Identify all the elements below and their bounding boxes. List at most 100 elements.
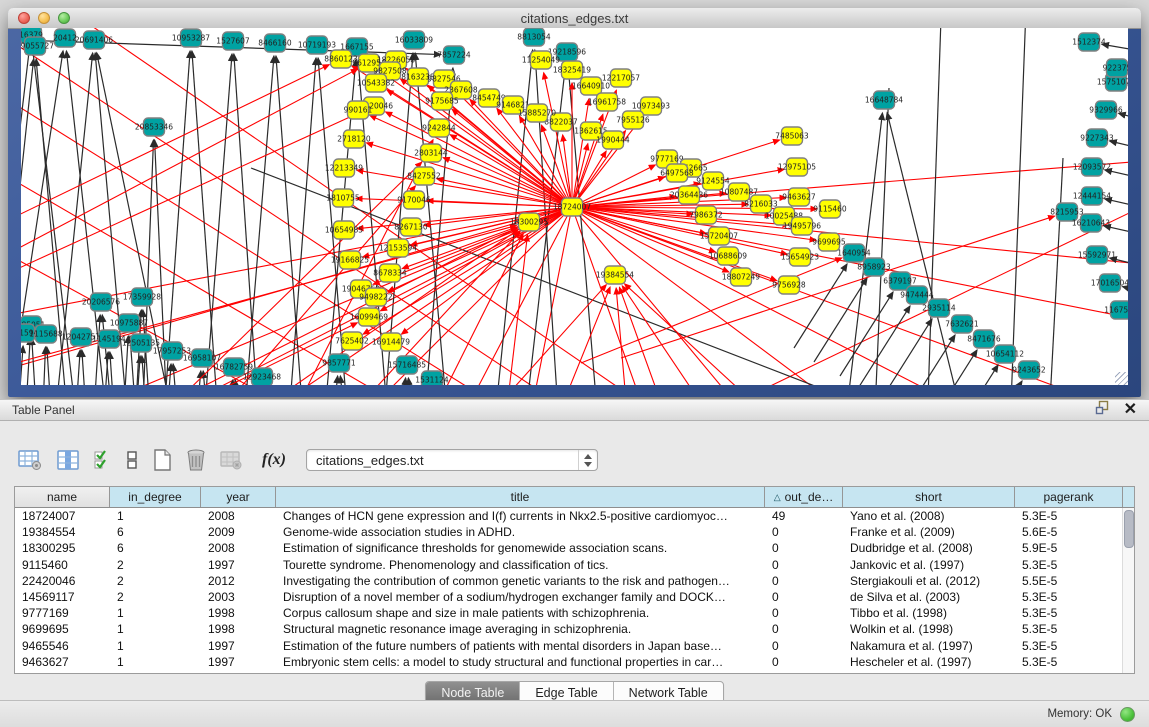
zoom-window-icon[interactable]: [58, 12, 70, 24]
column-header-name[interactable]: name: [15, 487, 110, 507]
table-cell[interactable]: Stergiakouli et al. (2012): [843, 573, 1015, 589]
citation-edge-black[interactable]: [73, 350, 80, 385]
table-cell[interactable]: Jankovic et al. (1997): [843, 557, 1015, 573]
table-row[interactable]: 969969511998Structural magnetic resonanc…: [15, 621, 1134, 637]
citation-edge-red[interactable]: [357, 170, 572, 207]
table-cell[interactable]: 9699695: [15, 621, 110, 637]
table-row[interactable]: 1938455462009Genome-wide association stu…: [15, 524, 1134, 540]
float-panel-icon[interactable]: [1095, 400, 1110, 420]
table-row[interactable]: 1872400712008Changes of HCN gene express…: [15, 508, 1134, 524]
new-table-icon[interactable]: [152, 448, 172, 472]
citation-edge-black[interactable]: [887, 113, 971, 385]
citation-edge-red[interactable]: [619, 287, 681, 385]
table-cell[interactable]: 14569117: [15, 589, 110, 605]
column-header-year[interactable]: year: [201, 487, 276, 507]
citation-edge-red[interactable]: [451, 285, 606, 385]
table-cell[interactable]: Nakamura et al. (1997): [843, 638, 1015, 654]
citation-edge-black[interactable]: [1104, 226, 1128, 243]
table-cell[interactable]: 5.9E-5: [1015, 540, 1123, 556]
network-canvas-container[interactable]: 1637920412206914061905572710953287152760…: [21, 28, 1128, 385]
memory-ok-icon[interactable]: [1120, 707, 1135, 722]
table-cell[interactable]: 1: [110, 654, 201, 670]
table-cell[interactable]: 0: [765, 621, 843, 637]
table-cell[interactable]: 1: [110, 621, 201, 637]
table-row[interactable]: 977716911998Corpus callosum shape and si…: [15, 605, 1134, 621]
table-row[interactable]: 1456911722003Disruption of a novel membe…: [15, 589, 1134, 605]
citation-edge-black[interactable]: [926, 28, 941, 385]
table-cell[interactable]: Corpus callosum shape and size in male p…: [276, 605, 765, 621]
table-cell[interactable]: 6: [110, 540, 201, 556]
select-columns-icon[interactable]: [94, 449, 112, 471]
table-cell[interactable]: Wolkin et al. (1998): [843, 621, 1015, 637]
table-cell[interactable]: 2012: [201, 573, 276, 589]
table-cell[interactable]: 0: [765, 589, 843, 605]
citation-edge-black[interactable]: [1110, 258, 1128, 275]
table-cell[interactable]: 49: [765, 508, 843, 524]
table-cell[interactable]: Tourette syndrome. Phenomenology and cla…: [276, 557, 765, 573]
citation-edge-black[interactable]: [193, 371, 201, 385]
column-header-short[interactable]: short: [843, 487, 1015, 507]
column-header-out_de[interactable]: △out_de…: [765, 487, 843, 507]
function-builder-icon[interactable]: f(x): [262, 451, 286, 469]
citation-edge-red[interactable]: [21, 111, 362, 290]
table-cell[interactable]: Estimation of significance thresholds fo…: [276, 540, 765, 556]
table-cell[interactable]: 2: [110, 573, 201, 589]
table-cell[interactable]: 9463627: [15, 654, 110, 670]
table-cell[interactable]: de Silva et al. (2003): [843, 589, 1015, 605]
window-titlebar[interactable]: citations_edges.txt: [8, 8, 1141, 29]
table-cell[interactable]: 0: [765, 524, 843, 540]
table-cell[interactable]: 22420046: [15, 573, 110, 589]
table-cell[interactable]: 1: [110, 508, 201, 524]
scrollbar-thumb[interactable]: [1124, 510, 1134, 548]
table-cell[interactable]: 1: [110, 605, 201, 621]
column-header-pagerank[interactable]: pagerank: [1015, 487, 1123, 507]
citation-edge-black[interactable]: [329, 376, 338, 385]
citation-edge-black[interactable]: [110, 352, 117, 385]
table-cell[interactable]: 2: [110, 589, 201, 605]
table-cell[interactable]: 1998: [201, 605, 276, 621]
table-cell[interactable]: 5.3E-5: [1015, 557, 1123, 573]
citation-edge-black[interactable]: [173, 364, 181, 385]
table-vertical-scrollbar[interactable]: [1122, 508, 1134, 673]
table-row[interactable]: 2242004622012Investigating the contribut…: [15, 573, 1134, 589]
table-cell[interactable]: 2008: [201, 508, 276, 524]
citation-edge-black[interactable]: [873, 88, 889, 385]
table-cell[interactable]: Disruption of a novel member of a sodium…: [276, 589, 765, 605]
table-cell[interactable]: Changes of HCN gene expression and I(f) …: [276, 508, 765, 524]
column-header-in_degree[interactable]: in_degree: [110, 487, 201, 507]
table-cell[interactable]: 2: [110, 557, 201, 573]
table-cell[interactable]: 5.5E-5: [1015, 573, 1123, 589]
citation-edge-black[interactable]: [1119, 113, 1128, 130]
table-cell[interactable]: 5.3E-5: [1015, 654, 1123, 670]
close-window-icon[interactable]: [18, 12, 30, 24]
table-cell[interactable]: 5.3E-5: [1015, 508, 1123, 524]
table-row[interactable]: 946554611997Estimation of the future num…: [15, 638, 1134, 654]
table-select-dropdown[interactable]: citations_edges.txt: [306, 449, 598, 471]
citation-edge-black[interactable]: [879, 319, 932, 385]
resize-grip-icon[interactable]: [1115, 372, 1128, 385]
citation-edge-black[interactable]: [23, 338, 30, 385]
table-cell[interactable]: Hescheler et al. (1997): [843, 654, 1015, 670]
table-cell[interactable]: 18724007: [15, 508, 110, 524]
table-row[interactable]: 1830029562008Estimation of significance …: [15, 540, 1134, 556]
table-panel-titlebar[interactable]: Table Panel ✕: [0, 399, 1149, 421]
table-cell[interactable]: 6: [110, 524, 201, 540]
table-cell[interactable]: 9465546: [15, 638, 110, 654]
citation-edge-black[interactable]: [234, 54, 261, 385]
table-cell[interactable]: 1998: [201, 621, 276, 637]
table-cell[interactable]: 0: [765, 638, 843, 654]
table-cell[interactable]: Estimation of the future numbers of pati…: [276, 638, 765, 654]
table-cell[interactable]: 0: [765, 654, 843, 670]
table-cell[interactable]: Franke et al. (2009): [843, 524, 1015, 540]
citation-edge-black[interactable]: [1009, 28, 1026, 385]
citation-edge-black[interactable]: [1110, 141, 1128, 158]
citation-edge-black[interactable]: [814, 278, 867, 362]
delete-table-icon[interactable]: [186, 448, 206, 472]
table-cell[interactable]: Structural magnetic resonance image aver…: [276, 621, 765, 637]
table-cell[interactable]: 1997: [201, 654, 276, 670]
citation-edge-black[interactable]: [21, 346, 23, 385]
table-cell[interactable]: 9115460: [15, 557, 110, 573]
table-cell[interactable]: 1: [110, 638, 201, 654]
table-cell[interactable]: 2003: [201, 589, 276, 605]
row-height-icon[interactable]: [126, 449, 138, 471]
